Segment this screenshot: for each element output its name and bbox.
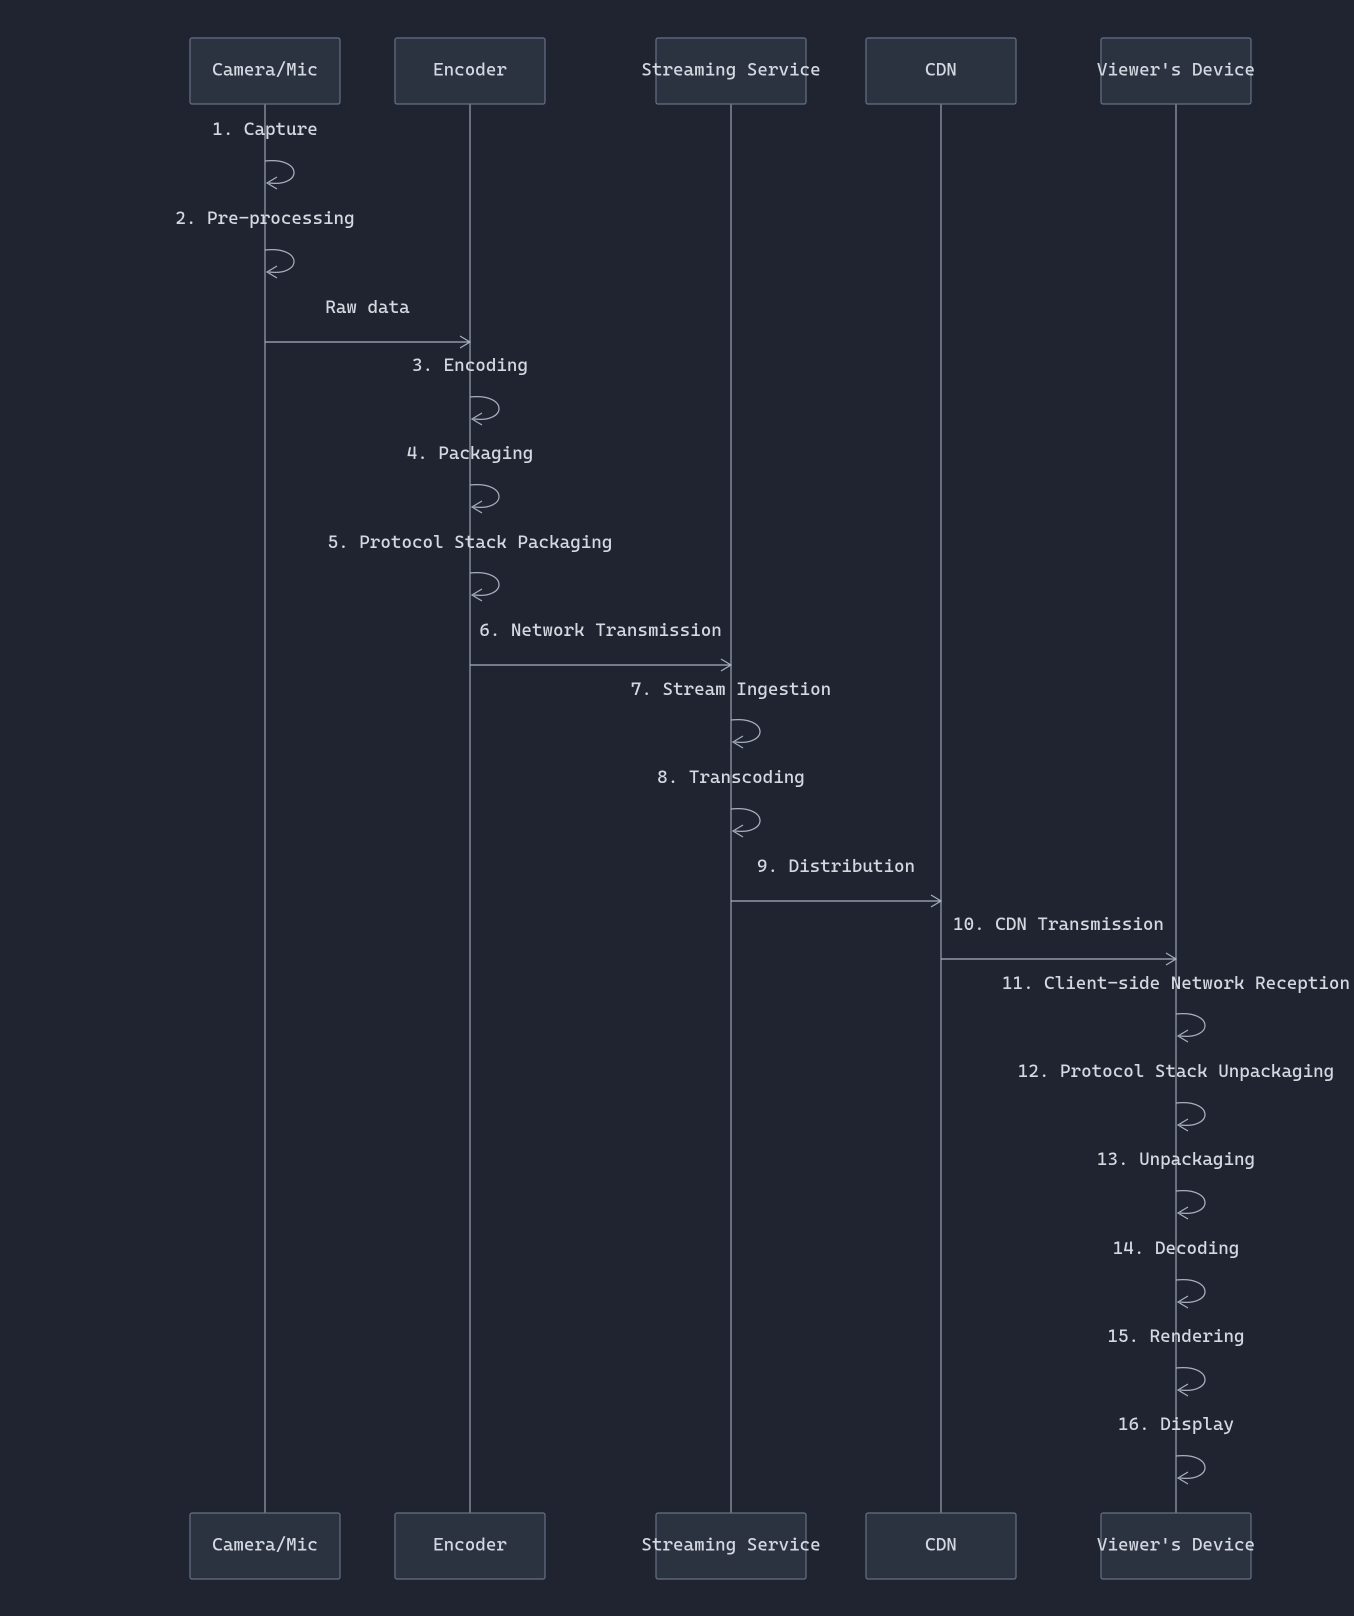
self-loop (265, 250, 294, 273)
actor-label-viewer: Viewer's Device (1097, 1535, 1255, 1556)
self-loop (1176, 1014, 1205, 1037)
message-label: Raw data (325, 297, 410, 318)
message-label: 14. Decoding (1113, 1238, 1240, 1259)
actor-label-service: Streaming Service (641, 1535, 820, 1556)
actor-label-cdn: CDN (925, 1535, 957, 1556)
actor-label-encoder: Encoder (433, 1535, 507, 1556)
message-label: 11. Client-side Network Reception (1002, 973, 1350, 994)
self-loop (731, 720, 760, 743)
message-label: 15. Rendering (1107, 1326, 1244, 1347)
sequence-diagram: Camera/Mic Encoder Streaming Service CDN Vie… (0, 0, 1354, 1616)
message-label: 16. Display (1118, 1414, 1234, 1435)
message-label: 12. Protocol Stack Unpackaging (1018, 1061, 1334, 1082)
self-loop (1176, 1191, 1205, 1214)
self-loop (1176, 1103, 1205, 1126)
message-label: 2. Pre-processing (175, 208, 354, 229)
self-loop (1176, 1456, 1205, 1479)
message-label: 5. Protocol Stack Packaging (328, 532, 613, 553)
message-label: 10. CDN Transmission (953, 914, 1164, 935)
message-label: 3. Encoding (412, 355, 528, 376)
message-label: 13. Unpackaging (1097, 1149, 1255, 1170)
self-loop (470, 573, 499, 596)
message-label: 9. Distribution (757, 856, 915, 877)
self-loop (1176, 1368, 1205, 1391)
actor-label-viewer: Viewer's Device (1097, 60, 1255, 81)
message-label: 6. Network Transmission (479, 620, 722, 641)
self-loop (265, 161, 294, 184)
message-label: 4. Packaging (407, 443, 534, 464)
self-loop (731, 809, 760, 832)
actor-label-camera: Camera/Mic (212, 60, 317, 81)
actor-label-encoder: Encoder (433, 60, 507, 81)
message-label: 8. Transcoding (657, 767, 805, 788)
message-label: 1. Capture (212, 119, 317, 140)
actor-label-camera: Camera/Mic (212, 1535, 317, 1556)
message-label: 7. Stream Ingestion (631, 679, 831, 700)
actor-label-service: Streaming Service (641, 60, 820, 81)
self-loop (470, 485, 499, 508)
self-loop (470, 397, 499, 420)
self-loop (1176, 1280, 1205, 1303)
actor-label-cdn: CDN (925, 60, 957, 81)
